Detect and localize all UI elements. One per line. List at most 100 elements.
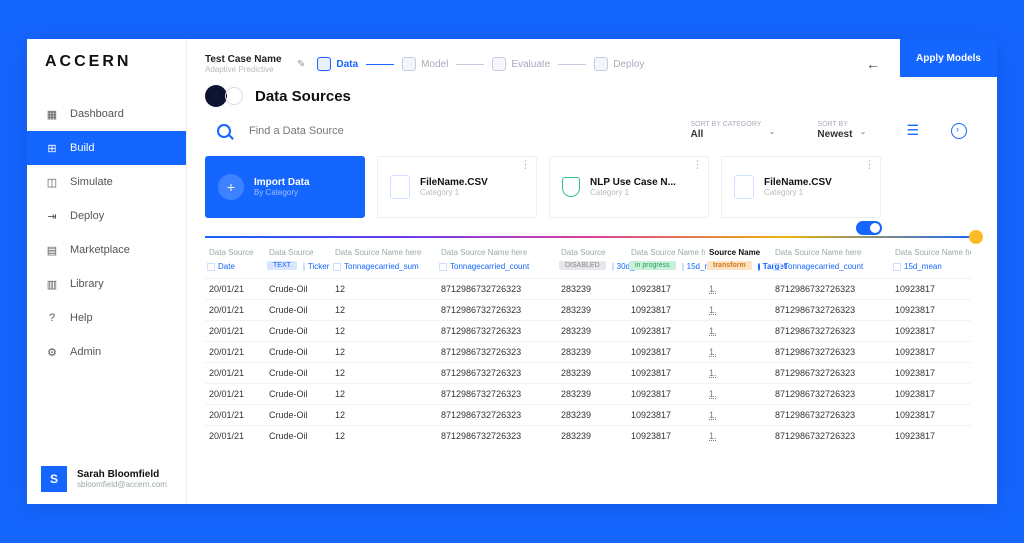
sort-dropdown[interactable]: SORT BY Newest ⌄ — [817, 121, 866, 140]
back-arrow-icon[interactable]: ← — [858, 56, 888, 72]
table-cell: 10923817 — [627, 341, 705, 362]
search-input[interactable]: Find a Data Source — [249, 125, 344, 137]
edit-icon[interactable]: ✎ — [297, 59, 305, 70]
sliders-icon[interactable]: ☰ — [906, 122, 919, 139]
data-table[interactable]: Data SourceData SourceData Source Name h… — [187, 244, 997, 504]
datasource-card[interactable]: FileName.CSVCategory 1⋮ — [377, 156, 537, 218]
checkbox-icon[interactable] — [207, 263, 215, 271]
sidebar-item-simulate[interactable]: ◫Simulate — [27, 165, 186, 199]
column-header[interactable]: Tonnagecarried_count — [771, 259, 891, 278]
table-cell: Crude-Oil — [265, 278, 331, 299]
column-header[interactable]: Tonnagecarried_count — [437, 259, 557, 278]
sidebar: ACCERN ▦Dashboard⊞Build◫Simulate⇥Deploy▤… — [27, 39, 187, 504]
column-group: Data Source Name here — [331, 244, 437, 259]
chevron-down-icon: ⌄ — [860, 127, 867, 136]
datasource-card[interactable]: FileName.CSVCategory 1⋮ — [721, 156, 881, 218]
column-header[interactable]: Date — [205, 259, 265, 278]
test-case: Test Case Name Adaptive Predictive — [205, 54, 285, 74]
table-cell: 10923817 — [627, 425, 705, 446]
column-header[interactable]: in progress15d_mean — [627, 259, 705, 278]
step-data[interactable]: Data — [317, 57, 358, 71]
sidebar-item-marketplace[interactable]: ▤Marketplace — [27, 233, 186, 267]
checkbox-icon[interactable] — [893, 263, 901, 271]
tag-icon[interactable] — [205, 85, 227, 107]
column-group: Data Source — [265, 244, 331, 259]
datasource-card[interactable]: NLP Use Case N...Category 1⋮ — [549, 156, 709, 218]
card-title: NLP Use Case N... — [590, 177, 676, 188]
more-icon[interactable]: ⋮ — [864, 163, 874, 167]
table-cell: 20/01/21 — [205, 383, 265, 404]
column-pill: DISABLED — [559, 261, 606, 270]
tag-outline-icon — [225, 87, 243, 105]
column-header[interactable]: transformTarget — [705, 259, 771, 278]
more-icon[interactable]: ⋮ — [692, 163, 702, 167]
pin-icon[interactable] — [969, 230, 983, 244]
import-data-card[interactable]: +Import DataBy Category — [205, 156, 365, 218]
table-cell: Crude-Oil — [265, 404, 331, 425]
table-cell: 283239 — [557, 362, 627, 383]
main: Test Case Name Adaptive Predictive ✎ Dat… — [187, 39, 997, 504]
sidebar-item-help[interactable]: ?Help — [27, 301, 186, 335]
table-cell: 12 — [331, 362, 437, 383]
filter-row: Find a Data Source SORT BY CATEGORY All … — [187, 117, 997, 156]
sort-value: Newest — [817, 129, 852, 140]
sidebar-item-deploy[interactable]: ⇥Deploy — [27, 199, 186, 233]
table-cell: 1. — [705, 362, 771, 383]
step-model[interactable]: Model — [402, 57, 448, 71]
sidebar-item-library[interactable]: ▥Library — [27, 267, 186, 301]
table-cell: 8712986732726323 — [771, 362, 891, 383]
sort-label: SORT BY — [817, 121, 852, 128]
table-cell: 8712986732726323 — [771, 278, 891, 299]
card-title: FileName.CSV — [420, 177, 488, 188]
more-icon[interactable]: ⋮ — [520, 163, 530, 167]
step-deploy[interactable]: Deploy — [594, 57, 644, 71]
checkbox-icon[interactable] — [773, 263, 781, 271]
checkbox-icon[interactable] — [333, 263, 341, 271]
table-cell: 12 — [331, 299, 437, 320]
checkbox-icon[interactable] — [612, 263, 614, 271]
table-cell: Crude-Oil — [265, 320, 331, 341]
column-group: Source Name — [705, 244, 771, 259]
user-block[interactable]: S Sarah Bloomfield sbloomfield@accern.co… — [27, 454, 186, 504]
checkbox-icon[interactable] — [758, 263, 760, 271]
column-group: Data Source — [205, 244, 265, 259]
checkbox-icon[interactable] — [303, 263, 305, 271]
checkbox-icon[interactable] — [682, 263, 684, 271]
step-evaluate[interactable]: Evaluate — [492, 57, 550, 71]
column-header[interactable]: Tonnagecarried_sum — [331, 259, 437, 278]
sidebar-item-dashboard[interactable]: ▦Dashboard — [27, 97, 186, 131]
avatar: S — [41, 466, 67, 492]
sidebar-item-admin[interactable]: ⚙Admin — [27, 335, 186, 369]
table-cell: 10923817 — [891, 404, 971, 425]
table-cell: 8712986732726323 — [437, 299, 557, 320]
table-cell: 20/01/21 — [205, 278, 265, 299]
table-cell: 1. — [705, 278, 771, 299]
card-title: Import Data — [254, 177, 310, 188]
sidebar-item-build[interactable]: ⊞Build — [27, 131, 186, 165]
column-header[interactable]: 15d_mean — [891, 259, 971, 278]
gear-icon: ⚙ — [45, 345, 59, 359]
step-label: Deploy — [613, 59, 644, 70]
table-cell: Crude-Oil — [265, 299, 331, 320]
table-cell: 12 — [331, 425, 437, 446]
step-connector — [456, 64, 484, 65]
column-header[interactable]: TEXTTicker — [265, 259, 331, 278]
table-cell: 283239 — [557, 320, 627, 341]
search-icon[interactable] — [217, 124, 231, 138]
table-cell: 10923817 — [627, 383, 705, 404]
checkbox-icon[interactable] — [439, 263, 447, 271]
apply-models-button[interactable]: Apply Models — [900, 39, 997, 77]
column-header[interactable]: DISABLED30d_std — [557, 259, 627, 278]
table-cell: Crude-Oil — [265, 362, 331, 383]
user-name: Sarah Bloomfield — [77, 469, 167, 480]
table-cell: 8712986732726323 — [437, 362, 557, 383]
table-cell: 8712986732726323 — [771, 320, 891, 341]
refresh-icon[interactable] — [951, 123, 967, 139]
sidebar-item-label: Dashboard — [70, 108, 124, 120]
category-dropdown[interactable]: SORT BY CATEGORY All ⌄ — [690, 121, 775, 140]
toggle-switch[interactable] — [856, 221, 882, 235]
wizard-steps: Data Model Evaluate Deploy — [317, 57, 846, 71]
sidebar-item-label: Help — [70, 312, 93, 324]
table-cell: 20/01/21 — [205, 362, 265, 383]
table-cell: 10923817 — [627, 404, 705, 425]
